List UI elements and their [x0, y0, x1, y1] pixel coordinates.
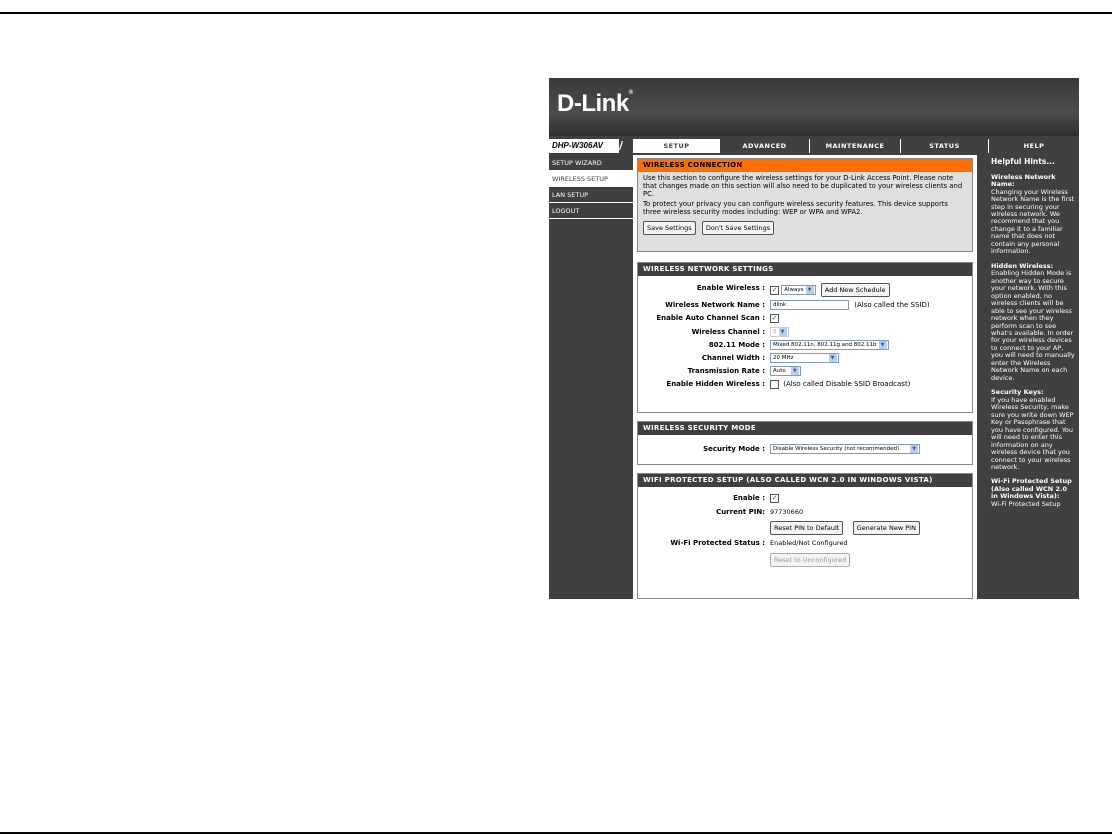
sidebar-item-lan-setup[interactable]: LAN SETUP [549, 187, 633, 203]
section-title: WIRELESS NETWORK SETTINGS [638, 263, 972, 276]
wps-status-label: Wi-Fi Protected Status : [670, 539, 765, 547]
wireless-channel-row: Wireless Channel : 6 [638, 327, 972, 338]
ssid-label: Wireless Network Name : [665, 301, 765, 309]
security-mode-row: Security Mode : Disable Wireless Securit… [638, 444, 972, 455]
help-text: If you have enabled Wireless Security, m… [991, 395, 1074, 471]
sidebar-item-setup-wizard[interactable]: SETUP WIZARD [549, 155, 633, 171]
wifi-protected-setup-section: WIFI PROTECTED SETUP (ALSO CALLED WCN 2.… [637, 473, 973, 599]
wireless-network-settings-section: WIRELESS NETWORK SETTINGS Enable Wireles… [637, 262, 973, 413]
add-new-schedule-button[interactable]: Add New Schedule [820, 283, 890, 297]
dont-save-settings-button[interactable]: Don't Save Settings [701, 221, 775, 236]
helpful-hints-panel: Helpful Hints... Wireless Network Name: … [988, 155, 1079, 599]
mode-select[interactable]: Mixed 802.11n, 802.11g and 802.11b [770, 340, 889, 350]
section-title: WIRELESS SECURITY MODE [638, 422, 972, 435]
help-text: Wi-Fi Protected Setup [991, 499, 1061, 508]
bottom-rule [0, 832, 1112, 834]
main-content: WIRELESS CONNECTION Use this section to … [633, 155, 977, 599]
dlink-logo: D-Link® [557, 90, 633, 117]
tab-help[interactable]: HELP [988, 139, 1079, 153]
help-heading: Wi-Fi Protected Setup (Also called WCN 2… [991, 477, 1072, 501]
ssid-note: (Also called the SSID) [854, 301, 930, 309]
channel-width-label: Channel Width : [701, 354, 765, 362]
transmission-rate-label: Transmission Rate : [687, 367, 765, 375]
hidden-wireless-label: Enable Hidden Wireless : [666, 380, 765, 388]
enable-wireless-label: Enable Wireless : [696, 284, 765, 292]
wireless-channel-select[interactable]: 6 [770, 327, 789, 337]
wps-enable-label: Enable : [733, 494, 765, 502]
reset-unconfigured-button[interactable]: Reset to Unconfigured [770, 553, 851, 567]
intro-text: Use this section to configure the wirele… [643, 174, 963, 198]
generate-pin-button[interactable]: Generate New PIN [852, 521, 920, 535]
save-settings-button[interactable]: Save Settings [643, 221, 696, 236]
hidden-wireless-checkbox[interactable] [770, 379, 779, 389]
sidebar-item-logout[interactable]: LOGOUT [549, 203, 633, 219]
help-heading: Wireless Network Name: [991, 172, 1056, 189]
ssid-row: Wireless Network Name : dlink (Also call… [638, 300, 972, 311]
router-admin-screenshot: D-Link® DHP-W306AV /// SETUP ADVANCED MA… [549, 78, 1079, 599]
security-mode-select[interactable]: Disable Wireless Security (not recommend… [770, 444, 921, 454]
current-pin-row: Current PIN: 97730660 [638, 507, 972, 518]
wps-status-value: Enabled/Not Configured [770, 539, 848, 547]
auto-channel-row: Enable Auto Channel Scan : ✓ [638, 313, 972, 324]
transmission-rate-row: Transmission Rate : Auto [638, 366, 972, 377]
transmission-rate-select[interactable]: Auto [770, 366, 801, 376]
model-slashes: /// [611, 139, 624, 152]
enable-wireless-row: Enable Wireless : ✓ Always Add New Sched… [638, 283, 972, 297]
mode-label: 802.11 Mode : [708, 341, 765, 349]
current-pin-value: 97730660 [770, 508, 804, 516]
intro-text-security: To protect your privacy you can configur… [643, 200, 948, 217]
tab-advanced[interactable]: ADVANCED [719, 139, 809, 153]
sidebar-item-wireless-setup[interactable]: WIRELESS SETUP [549, 171, 633, 187]
wireless-security-mode-section: WIRELESS SECURITY MODE Security Mode : D… [637, 421, 973, 465]
channel-width-select[interactable]: 20 MHz [770, 353, 839, 363]
hidden-wireless-row: Enable Hidden Wireless : (Also called Di… [638, 379, 972, 390]
help-text: Changing your Wireless Network Name is t… [991, 187, 1075, 256]
mode-row: 802.11 Mode : Mixed 802.11n, 802.11g and… [638, 340, 972, 351]
wireless-connection-section: WIRELESS CONNECTION Use this section to … [637, 158, 973, 252]
wps-enable-row: Enable : ✓ [638, 493, 972, 504]
auto-channel-checkbox[interactable]: ✓ [770, 313, 779, 323]
auto-channel-label: Enable Auto Channel Scan : [656, 314, 765, 322]
schedule-select[interactable]: Always [781, 285, 816, 295]
reset-pin-button[interactable]: Reset PIN to Default [770, 521, 844, 535]
header-banner: D-Link® [549, 78, 1079, 136]
sidebar: SETUP WIZARD WIRELESS SETUP LAN SETUP LO… [549, 155, 633, 599]
hidden-wireless-note: (Also called Disable SSID Broadcast) [783, 380, 911, 388]
tab-setup[interactable]: SETUP [633, 139, 719, 153]
tab-maintenance[interactable]: MAINTENANCE [809, 139, 900, 153]
ssid-input[interactable]: dlink [770, 300, 849, 310]
channel-width-row: Channel Width : 20 MHz [638, 353, 972, 364]
section-title: WIRELESS CONNECTION [638, 159, 972, 172]
wireless-channel-label: Wireless Channel : [691, 328, 765, 336]
help-title: Helpful Hints... [991, 157, 1055, 166]
reset-unconfigured-row: Reset to Unconfigured [638, 553, 972, 567]
current-pin-label: Current PIN: [716, 508, 765, 516]
security-mode-label: Security Mode : [703, 445, 765, 453]
pin-buttons-row: Reset PIN to Default Generate New PIN [638, 521, 972, 535]
wps-status-row: Wi-Fi Protected Status : Enabled/Not Con… [638, 538, 972, 549]
top-rule [0, 12, 1112, 14]
section-title: WIFI PROTECTED SETUP (ALSO CALLED WCN 2.… [638, 474, 972, 487]
wps-enable-checkbox[interactable]: ✓ [770, 493, 779, 503]
tab-status[interactable]: STATUS [900, 139, 988, 153]
help-text: Enabling Hidden Mode is another way to s… [991, 269, 1075, 382]
enable-wireless-checkbox[interactable]: ✓ [770, 285, 779, 295]
top-nav: DHP-W306AV /// SETUP ADVANCED MAINTENANC… [549, 139, 1079, 153]
model-label: DHP-W306AV [549, 139, 619, 153]
